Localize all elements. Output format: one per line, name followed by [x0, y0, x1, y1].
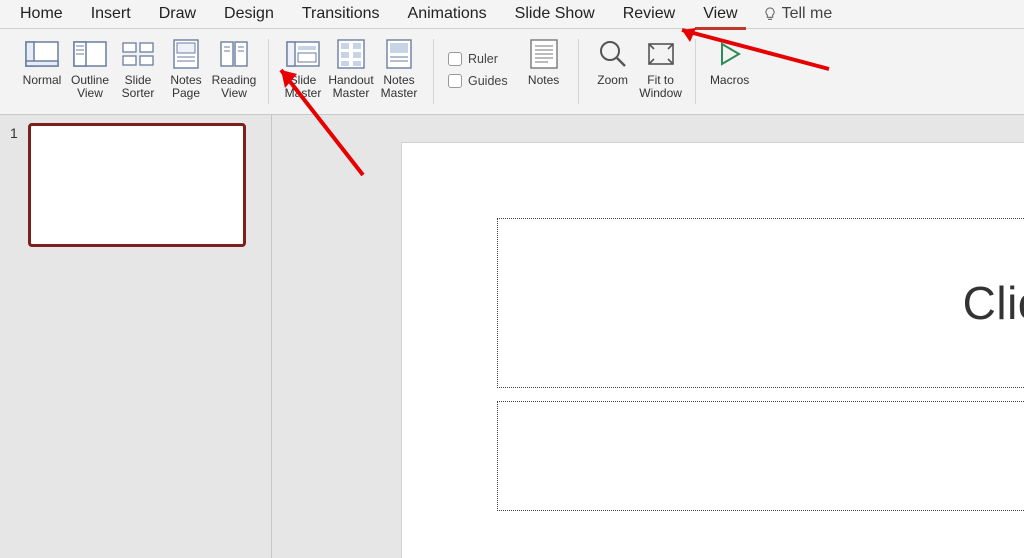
ribbon-group-zoom: Zoom Fit to Window — [579, 33, 695, 114]
outline-view-button[interactable]: Outline View — [66, 35, 114, 100]
outline-view-icon — [72, 37, 108, 71]
zoom-icon — [595, 37, 631, 71]
notes-master-button[interactable]: Notes Master — [375, 35, 423, 100]
tell-me[interactable]: Tell me — [752, 1, 843, 27]
slide-thumbnail-preview[interactable] — [28, 123, 246, 247]
ribbon-group-show: Ruler Guides Notes — [434, 33, 578, 114]
zoom-label: Zoom — [597, 74, 628, 100]
handout-master-button[interactable]: Handout Master — [327, 35, 375, 100]
ribbon-group-macros: Macros — [696, 33, 764, 114]
slide-master-button[interactable]: Slide Master — [279, 35, 327, 100]
normal-view-icon — [24, 37, 60, 71]
menu-bar: Home Insert Draw Design Transitions Anim… — [0, 0, 1024, 29]
fit-window-button[interactable]: Fit to Window — [637, 35, 685, 100]
checkbox-icon — [448, 74, 462, 88]
ribbon-group-master-views: Slide Master Handout Master Notes Master — [269, 33, 433, 114]
guides-label: Guides — [468, 74, 508, 88]
reading-view-label: Reading View — [212, 74, 257, 100]
notes-icon — [526, 37, 562, 71]
slide[interactable]: Click to add title Click to add subtitle — [402, 143, 1024, 558]
app-window: Home Insert Draw Design Transitions Anim… — [0, 0, 1024, 558]
menu-insert[interactable]: Insert — [77, 1, 145, 27]
ribbon-group-presentation-views: Normal Outline View Slide Sorter Notes P… — [8, 33, 268, 114]
slide-sorter-label: Slide Sorter — [116, 74, 160, 100]
ruler-checkbox[interactable]: Ruler — [448, 52, 508, 66]
lightbulb-icon — [762, 6, 778, 22]
menu-design[interactable]: Design — [210, 1, 288, 27]
fit-window-icon — [643, 37, 679, 71]
subtitle-placeholder[interactable]: Click to add subtitle — [497, 401, 1024, 511]
tell-me-label: Tell me — [782, 5, 833, 23]
macros-icon — [712, 37, 748, 71]
notes-page-icon — [168, 37, 204, 71]
slide-number: 1 — [10, 123, 20, 141]
checkbox-icon — [448, 52, 462, 66]
menu-view[interactable]: View — [689, 1, 751, 27]
ruler-label: Ruler — [468, 52, 498, 66]
ribbon: Normal Outline View Slide Sorter Notes P… — [0, 29, 1024, 115]
slide-master-label: Slide Master — [281, 74, 325, 100]
slide-canvas[interactable]: Click to add title Click to add subtitle — [272, 115, 1024, 558]
reading-view-button[interactable]: Reading View — [210, 35, 258, 100]
notes-master-icon — [381, 37, 417, 71]
notes-page-label: Notes Page — [164, 74, 208, 100]
notes-label: Notes — [528, 74, 559, 100]
handout-master-label: Handout Master — [328, 74, 373, 100]
guides-checkbox[interactable]: Guides — [448, 74, 508, 88]
zoom-button[interactable]: Zoom — [589, 35, 637, 100]
work-area: 1 Click to add title Click to add subtit… — [0, 115, 1024, 558]
menu-transitions[interactable]: Transitions — [288, 1, 394, 27]
title-placeholder-text: Click to add title — [963, 276, 1024, 330]
normal-view-label: Normal — [23, 74, 62, 100]
notes-button[interactable]: Notes — [520, 35, 568, 100]
macros-label: Macros — [710, 74, 749, 100]
thumbnail-pane[interactable]: 1 — [0, 115, 272, 558]
menu-slideshow[interactable]: Slide Show — [501, 1, 609, 27]
menu-home[interactable]: Home — [6, 1, 77, 27]
menu-draw[interactable]: Draw — [145, 1, 210, 27]
notes-master-label: Notes Master — [377, 74, 421, 100]
slide-sorter-icon — [120, 37, 156, 71]
notes-page-button[interactable]: Notes Page — [162, 35, 210, 100]
outline-view-label: Outline View — [68, 74, 112, 100]
normal-view-button[interactable]: Normal — [18, 35, 66, 100]
slide-sorter-button[interactable]: Slide Sorter — [114, 35, 162, 100]
menu-animations[interactable]: Animations — [394, 1, 501, 27]
macros-button[interactable]: Macros — [706, 35, 754, 100]
menu-review[interactable]: Review — [609, 1, 689, 27]
handout-master-icon — [333, 37, 369, 71]
fit-window-label: Fit to Window — [639, 74, 683, 100]
title-placeholder[interactable]: Click to add title — [497, 218, 1024, 388]
reading-view-icon — [216, 37, 252, 71]
slide-master-icon — [285, 37, 321, 71]
slide-thumbnail[interactable]: 1 — [10, 123, 261, 247]
